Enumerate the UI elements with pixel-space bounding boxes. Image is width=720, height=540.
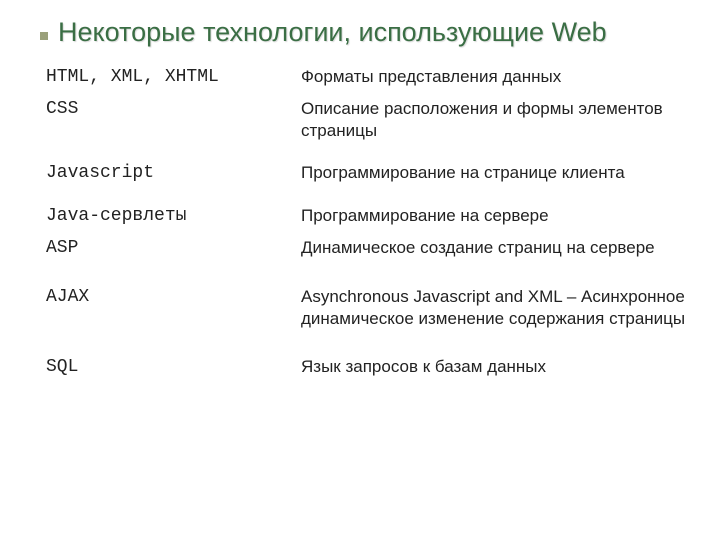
table-row: ASP Динамическое создание страниц на сер… xyxy=(46,237,690,260)
tech-desc: Форматы представления данных xyxy=(301,66,690,88)
slide-title: Некоторые технологии, использующие Web xyxy=(58,18,607,48)
table-row: Javascript Программирование на странице … xyxy=(46,162,690,185)
tech-name: CSS xyxy=(46,98,301,121)
tech-desc: Описание расположения и формы элементов … xyxy=(301,98,690,142)
tech-desc: Программирование на странице клиента xyxy=(301,162,690,184)
tech-name: AJAX xyxy=(46,286,301,309)
tech-name: ASP xyxy=(46,237,301,260)
tech-name: HTML, XML, XHTML xyxy=(46,66,301,89)
tech-desc: Программирование на сервере xyxy=(301,205,690,227)
table-row: Java-сервлеты Программирование на сервер… xyxy=(46,205,690,228)
table-row: CSS Описание расположения и формы элемен… xyxy=(46,98,690,142)
table-row: HTML, XML, XHTML Форматы представления д… xyxy=(46,66,690,89)
slide: Некоторые технологии, использующие Web H… xyxy=(0,0,720,540)
tech-name: Java-сервлеты xyxy=(46,205,301,228)
title-row: Некоторые технологии, использующие Web xyxy=(40,18,690,48)
tech-desc: Язык запросов к базам данных xyxy=(301,356,690,378)
tech-table: HTML, XML, XHTML Форматы представления д… xyxy=(46,66,690,379)
tech-desc: Динамическое создание страниц на сервере xyxy=(301,237,690,259)
table-row: SQL Язык запросов к базам данных xyxy=(46,356,690,379)
title-bullet-icon xyxy=(40,32,48,40)
tech-name: SQL xyxy=(46,356,301,379)
tech-desc: Asynchronous Javascript and XML – Асинхр… xyxy=(301,286,690,330)
tech-name: Javascript xyxy=(46,162,301,185)
table-row: AJAX Asynchronous Javascript and XML – А… xyxy=(46,286,690,330)
